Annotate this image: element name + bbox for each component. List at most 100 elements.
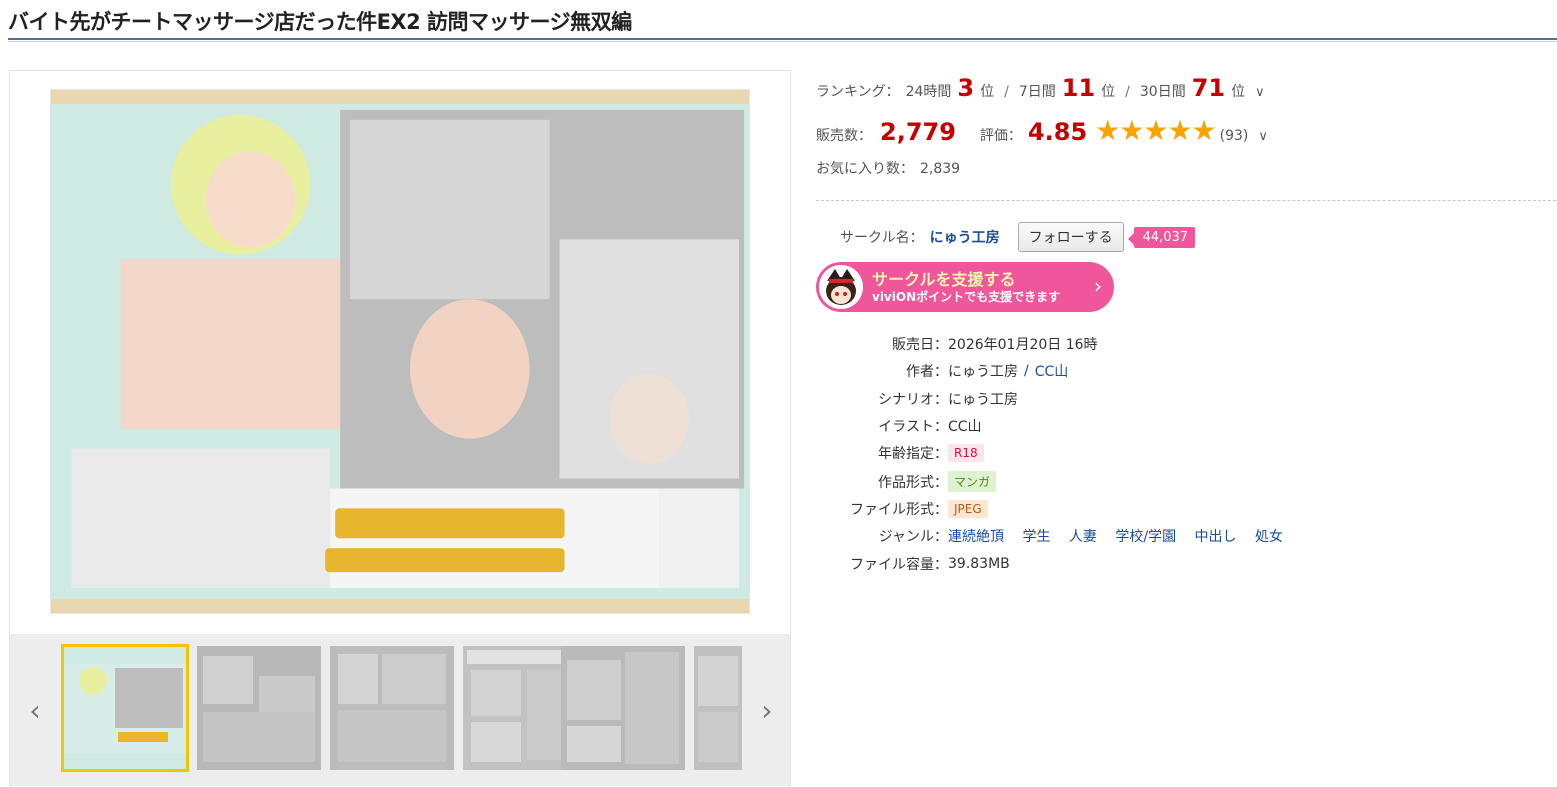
author-link-1[interactable]: にゅう工房 xyxy=(948,361,1018,381)
info-divider xyxy=(816,200,1556,201)
circle-row: サークル名： にゅう工房 フォローする 44,037 xyxy=(840,222,1196,252)
spec-file-format: ファイル形式： JPEG xyxy=(816,499,988,519)
thumbnail-6[interactable] xyxy=(694,646,742,770)
spec-genre: ジャンル： 連続絶頂 学生 人妻 学校/学園 中出し 処女 xyxy=(816,526,1297,546)
follow-button[interactable]: フォローする xyxy=(1017,222,1124,252)
genre-link[interactable]: 中出し xyxy=(1195,529,1237,545)
ranking-24h-label: 24時間 xyxy=(905,84,952,100)
genre-label: ジャンル xyxy=(878,529,934,545)
rating-expand-chevron-icon[interactable]: ∨ xyxy=(1258,129,1268,144)
sales-value: 2,779 xyxy=(880,118,956,146)
author-label: 作者 xyxy=(906,364,934,380)
colon: ： xyxy=(934,392,948,408)
thumbnail-next-button[interactable]: › xyxy=(752,694,782,727)
ranking-separator: / xyxy=(1004,84,1009,100)
age-rating-badge[interactable]: R18 xyxy=(948,444,984,462)
spec-format: 作品形式： マンガ xyxy=(816,471,997,492)
ranking-30d-unit: 位 xyxy=(1231,84,1246,100)
ranking-24h-value: 3 xyxy=(957,74,975,102)
ranking-separator: / xyxy=(1125,84,1130,100)
colon: ： xyxy=(934,557,948,573)
release-date-link[interactable]: 2026年01月20日 16時 xyxy=(948,334,1098,354)
genre-link[interactable]: 人妻 xyxy=(1069,529,1097,545)
genre-list: 連続絶頂 学生 人妻 学校/学園 中出し 処女 xyxy=(948,526,1297,546)
thumbnail-6-image xyxy=(694,646,742,770)
rating-value: 4.85 xyxy=(1027,118,1088,146)
thumbnail-2[interactable] xyxy=(197,646,321,770)
genre-link[interactable]: 学校/学園 xyxy=(1115,529,1176,545)
colon: ： xyxy=(934,529,948,545)
genre-link[interactable]: 学生 xyxy=(1022,529,1050,545)
spec-release: 販売日： 2026年01月20日 16時 xyxy=(816,334,1098,354)
thumbnail-strip: ‹ › xyxy=(10,634,790,786)
genre-link[interactable]: 連続絶頂 xyxy=(948,529,1004,545)
rating-label: 評価： xyxy=(979,128,1022,144)
thumbnail-5-image xyxy=(561,646,685,770)
ranking-30d-label: 30日間 xyxy=(1139,84,1186,100)
ranking-7d-unit: 位 xyxy=(1101,84,1116,100)
mascot-icon xyxy=(819,265,863,309)
thumbnail-2-image xyxy=(197,646,321,770)
colon: ： xyxy=(934,474,948,491)
scenario-link[interactable]: にゅう工房 xyxy=(948,389,1018,409)
file-format-badge[interactable]: JPEG xyxy=(948,500,988,518)
favorites-row: お気に入り数： 2,839 xyxy=(816,158,960,178)
release-label: 販売日 xyxy=(892,337,934,353)
mascot-avatar xyxy=(819,265,863,309)
author-link-2[interactable]: CC山 xyxy=(1035,361,1069,381)
chevron-right-icon: › xyxy=(1094,274,1102,298)
thumbnail-1[interactable] xyxy=(61,644,189,772)
file-size-label: ファイル容量 xyxy=(850,557,934,573)
favorites-value: 2,839 xyxy=(920,161,961,177)
title-divider xyxy=(8,38,1557,42)
ranking-row: ランキング： 24時間 3 位 / 7日間 11 位 / 30日間 71 位 ∨ xyxy=(816,74,1265,102)
rating-count: (93) xyxy=(1219,128,1249,144)
sales-row: 販売数： 2,779 評価： 4.85 ★★★★★ (93) ∨ xyxy=(816,114,1268,147)
colon: ： xyxy=(934,337,948,353)
format-badge[interactable]: マンガ xyxy=(948,471,997,492)
main-product-image[interactable] xyxy=(50,89,750,614)
file-format-label: ファイル形式 xyxy=(850,502,934,518)
file-size-value: 39.83MB xyxy=(948,556,1010,572)
colon: ： xyxy=(934,419,948,435)
spec-author: 作者： にゅう工房 / CC山 xyxy=(816,361,1068,381)
chevron-left-icon: ‹ xyxy=(29,693,41,727)
scenario-label: シナリオ xyxy=(878,392,934,408)
thumbnail-3-image xyxy=(330,646,454,770)
age-label: 年齢指定 xyxy=(878,446,934,462)
ranking-expand-chevron-icon[interactable]: ∨ xyxy=(1255,85,1265,100)
ranking-label: ランキング： xyxy=(816,84,900,100)
support-subtitle: viviONポイントでも支援できます xyxy=(872,290,1061,304)
ranking-24h-unit: 位 xyxy=(980,84,995,100)
spec-scenario: シナリオ： にゅう工房 xyxy=(816,389,1018,409)
colon: ： xyxy=(934,364,948,380)
page-title: バイト先がチートマッサージ店だった件EX2 訪問マッサージ無双編 xyxy=(8,10,632,34)
spec-illust: イラスト： CC山 xyxy=(816,416,982,436)
spec-age: 年齢指定： R18 xyxy=(816,443,984,463)
media-gallery: ‹ › xyxy=(9,70,791,786)
author-separator: / xyxy=(1024,363,1029,379)
ranking-30d-value: 71 xyxy=(1191,74,1226,102)
colon: ： xyxy=(934,446,948,462)
thumbnail-1-image xyxy=(63,646,187,770)
genre-link[interactable]: 処女 xyxy=(1255,529,1283,545)
star-rating-icon: ★★★★★ xyxy=(1095,114,1217,147)
format-label: 作品形式 xyxy=(878,474,934,491)
illust-label: イラスト xyxy=(878,419,934,435)
circle-label: サークル名： xyxy=(840,230,924,246)
main-image-illustration xyxy=(51,90,749,613)
colon: ： xyxy=(934,502,948,518)
sales-label: 販売数： xyxy=(816,128,872,144)
thumbnail-3[interactable] xyxy=(330,646,454,770)
circle-name-link[interactable]: にゅう工房 xyxy=(930,227,1000,247)
thumbnail-5[interactable] xyxy=(561,646,685,770)
follow-count-badge: 44,037 xyxy=(1127,226,1196,248)
support-title: サークルを支援する xyxy=(872,270,1016,289)
support-circle-button[interactable]: サークルを支援する viviONポイントでも支援できます › xyxy=(816,262,1114,312)
ranking-7d-label: 7日間 xyxy=(1018,84,1056,100)
thumbnail-prev-button[interactable]: ‹ xyxy=(20,693,50,727)
illust-link[interactable]: CC山 xyxy=(948,416,982,436)
favorites-label: お気に入り数： xyxy=(816,161,914,177)
spec-file-size: ファイル容量： 39.83MB xyxy=(816,554,1010,574)
ranking-7d-value: 11 xyxy=(1061,74,1096,102)
